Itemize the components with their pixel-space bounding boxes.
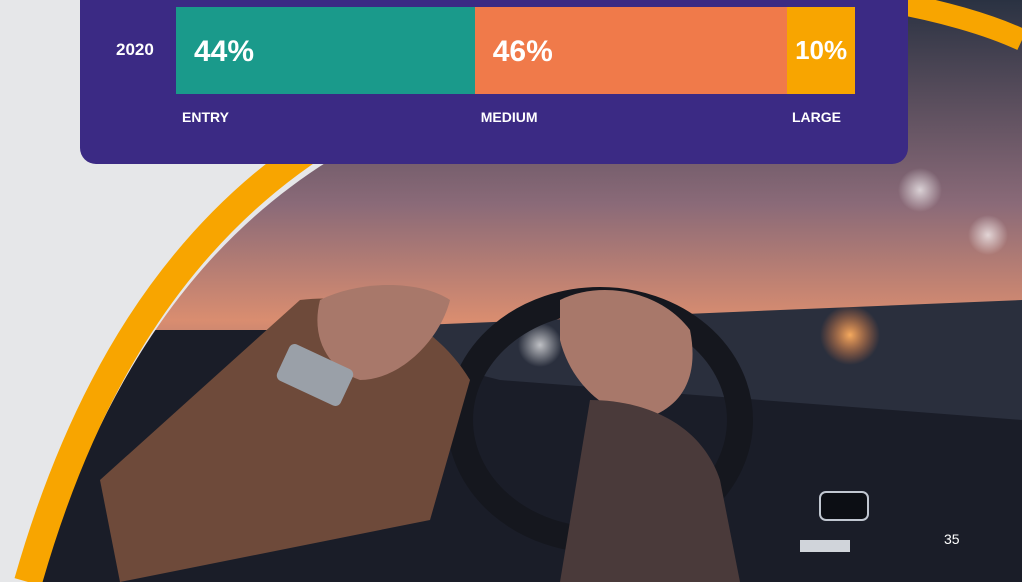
legend-label-medium: MEDIUM: [480, 109, 538, 125]
page-number: 35: [944, 531, 960, 547]
data-label-entry: 44%: [194, 35, 255, 68]
legend-label-entry: ENTRY: [182, 109, 229, 125]
row-label-2020: 2020: [116, 40, 154, 59]
bar-segment-large: 10%: [787, 7, 855, 94]
data-label-medium: 46%: [492, 35, 553, 68]
bar-segment-medium: 46%: [474, 7, 788, 94]
bar-segment-entry: 44%: [176, 7, 475, 94]
data-label-large: 10%: [795, 35, 848, 65]
legend-label-large: LARGE: [792, 109, 841, 125]
